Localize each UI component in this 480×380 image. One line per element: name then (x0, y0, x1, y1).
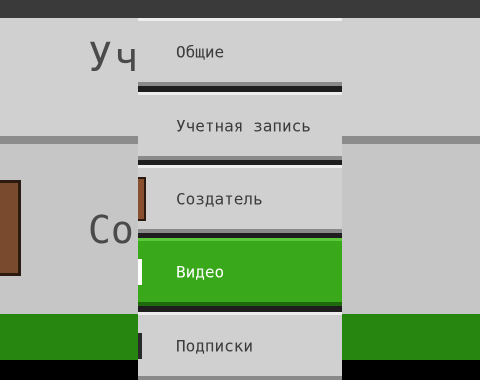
menu-top-edge (138, 0, 342, 18)
menu-item-account[interactable]: Учетная запись (138, 92, 342, 160)
menu-item-label: Общие (176, 42, 225, 61)
menu-item-label: Видео (176, 262, 225, 281)
portrait-icon (138, 176, 146, 221)
video-indicator-icon (138, 258, 142, 285)
menu-item-subscriptions[interactable]: Подписки (138, 312, 342, 380)
subscription-icon (138, 332, 142, 359)
background-row-label: Со (88, 208, 134, 252)
menu-item-creator[interactable]: Создатель (138, 165, 342, 233)
background-avatar-icon (0, 180, 21, 276)
menu-item-label: Создатель (176, 189, 263, 208)
menu-item-video[interactable]: Видео (138, 238, 342, 306)
menu-item-general[interactable]: Общие (138, 18, 342, 86)
menu-item-label: Подписки (176, 336, 254, 355)
menu-item-label: Учетная запись (176, 116, 311, 135)
settings-category-menu: Общие Учетная запись Создатель Видео Под… (138, 0, 342, 380)
